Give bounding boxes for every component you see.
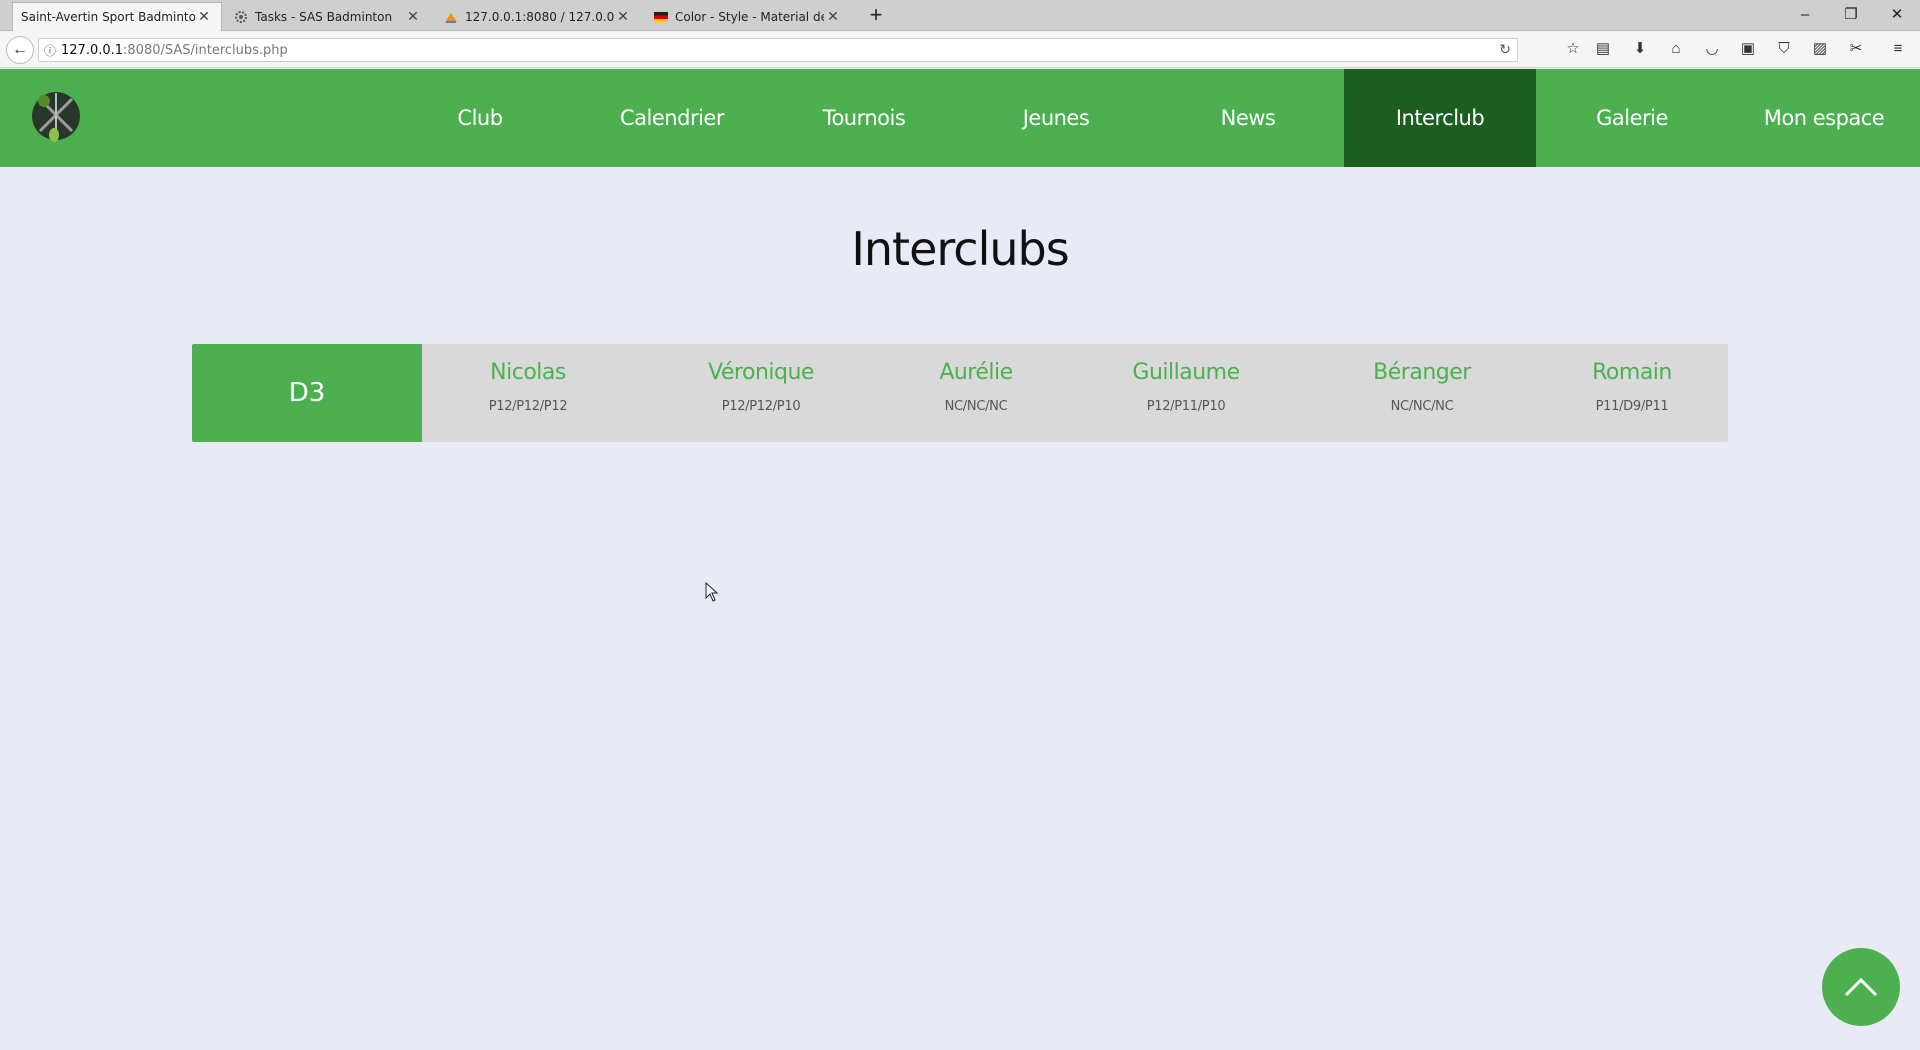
site-header: Club Calendrier Tournois Jeunes News Int… (0, 69, 1920, 167)
main-nav: Club Calendrier Tournois Jeunes News Int… (384, 69, 1920, 167)
nav-item-news[interactable]: News (1152, 69, 1344, 167)
close-icon[interactable]: ✕ (614, 9, 632, 25)
club-logo[interactable] (26, 85, 88, 147)
stats-icon[interactable]: ▨ (1810, 39, 1830, 59)
browser-tab[interactable]: Tasks - SAS Badminton ✕ (226, 2, 430, 31)
browser-tab[interactable]: 127.0.0.1:8080 / 127.0.0.1 / sa ✕ (436, 2, 640, 31)
player-rank: P12/P12/P12 (488, 399, 568, 414)
material-flag-icon (654, 10, 668, 24)
browser-tab[interactable]: Color - Style - Material desig ✕ (646, 2, 850, 31)
player-item[interactable]: Aurélie NC/NC/NC (888, 344, 1064, 442)
player-item[interactable]: Véronique P12/P12/P10 (634, 344, 888, 442)
player-name: Aurélie (939, 360, 1013, 385)
browser-tab[interactable]: Saint-Avertin Sport Badminton ✕ (12, 2, 222, 31)
player-rank: NC/NC/NC (1390, 399, 1454, 414)
extension-icon[interactable]: ▣ (1738, 39, 1758, 59)
player-rank: P11/D9/P11 (1595, 399, 1669, 414)
phpmyadmin-icon (444, 10, 458, 24)
tools-icon[interactable]: ✂ (1846, 39, 1866, 59)
player-name: Romain (1592, 360, 1672, 385)
close-icon[interactable]: ✕ (824, 9, 842, 25)
close-icon[interactable]: ✕ (404, 9, 422, 25)
new-tab-button[interactable]: + (864, 4, 888, 28)
minimize-icon[interactable]: – (1782, 0, 1828, 30)
tab-title: Tasks - SAS Badminton (255, 9, 393, 24)
page-title: Interclubs (851, 222, 1069, 276)
bookmark-star-icon[interactable]: ☆ (1563, 39, 1583, 59)
player-name: Guillaume (1132, 360, 1240, 385)
info-icon[interactable]: ⓘ (39, 42, 61, 59)
reload-icon[interactable]: ↻ (1499, 42, 1511, 58)
player-name: Béranger (1373, 360, 1471, 385)
player-item[interactable]: Romain P11/D9/P11 (1536, 344, 1728, 442)
player-item[interactable]: Guillaume P12/P11/P10 (1064, 344, 1308, 442)
ublock-icon[interactable]: ⛉ (1774, 39, 1794, 59)
chevron-up-icon (1844, 977, 1878, 997)
player-rank: P12/P12/P10 (721, 399, 801, 414)
nav-item-calendrier[interactable]: Calendrier (576, 69, 768, 167)
pocket-icon[interactable]: ◡ (1702, 39, 1722, 59)
player-item[interactable]: Béranger NC/NC/NC (1308, 344, 1536, 442)
team-division: D3 (192, 344, 422, 442)
close-icon[interactable]: ✕ (195, 9, 213, 25)
player-name: Nicolas (490, 360, 566, 385)
reading-list-icon[interactable]: ▤ (1593, 39, 1613, 59)
home-icon[interactable]: ⌂ (1666, 39, 1686, 59)
scroll-to-top-button[interactable] (1822, 948, 1900, 1026)
nav-item-mon-espace[interactable]: Mon espace (1728, 69, 1920, 167)
url-bar[interactable]: ⓘ 127.0.0.1:8080/SAS/interclubs.php ↻ (38, 38, 1518, 62)
close-window-icon[interactable]: ✕ (1874, 0, 1920, 30)
browser-toolbar: ← ⓘ 127.0.0.1:8080/SAS/interclubs.php ↻ … (0, 31, 1920, 68)
nav-item-club[interactable]: Club (384, 69, 576, 167)
url-path: :8080/SAS/interclubs.php (123, 42, 288, 58)
nav-item-interclub[interactable]: Interclub (1344, 69, 1536, 167)
player-item[interactable]: Nicolas P12/P12/P12 (422, 344, 634, 442)
restore-icon[interactable]: ❐ (1828, 0, 1874, 30)
nav-item-jeunes[interactable]: Jeunes (960, 69, 1152, 167)
download-icon[interactable]: ⬇ (1630, 39, 1650, 59)
tab-title: Saint-Avertin Sport Badminton (21, 10, 195, 24)
tab-title: 127.0.0.1:8080 / 127.0.0.1 / sa (465, 9, 614, 24)
browser-tab-bar: Saint-Avertin Sport Badminton ✕ Tasks - … (0, 0, 1920, 31)
gear-icon (234, 10, 248, 24)
team-card: D3 Nicolas P12/P12/P12 Véronique P12/P12… (192, 344, 1728, 442)
player-rank: P12/P11/P10 (1146, 399, 1226, 414)
player-rank: NC/NC/NC (944, 399, 1008, 414)
player-name: Véronique (708, 360, 814, 385)
back-arrow-icon[interactable]: ← (6, 36, 34, 64)
nav-item-tournois[interactable]: Tournois (768, 69, 960, 167)
mouse-cursor-icon (705, 581, 719, 602)
tab-title: Color - Style - Material desig (675, 9, 824, 24)
nav-item-galerie[interactable]: Galerie (1536, 69, 1728, 167)
url-host: 127.0.0.1 (61, 42, 124, 58)
menu-icon[interactable]: ≡ (1888, 39, 1908, 59)
